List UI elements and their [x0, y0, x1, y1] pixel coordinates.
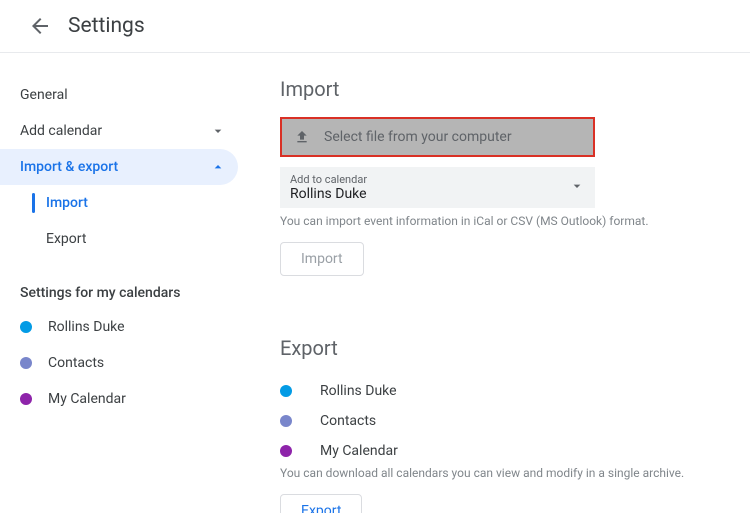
header: Settings [0, 0, 750, 53]
sidebar-item-label: General [20, 87, 68, 103]
calendar-name: My Calendar [320, 443, 398, 459]
sidebar-calendar-item[interactable]: My Calendar [0, 381, 238, 417]
chevron-down-icon [569, 178, 585, 194]
sidebar-item-import-export[interactable]: Import & export [0, 149, 238, 185]
calendar-color-dot [280, 445, 292, 457]
sidebar-sub-import[interactable]: Import [0, 185, 238, 221]
import-section-title: Import [280, 77, 726, 101]
select-file-button[interactable]: Select file from your computer [280, 117, 595, 157]
calendar-color-dot [280, 385, 292, 397]
sidebar-calendar-item[interactable]: Rollins Duke [0, 309, 238, 345]
sidebar-item-label: Export [46, 231, 86, 247]
export-calendar-item: My Calendar [280, 436, 726, 466]
add-to-calendar-select[interactable]: Add to calendar Rollins Duke [280, 167, 595, 208]
calendar-name: Contacts [320, 413, 376, 429]
export-helper-text: You can download all calendars you can v… [280, 466, 726, 480]
import-button: Import [280, 242, 364, 276]
sidebar-item-label: Add calendar [20, 123, 102, 139]
sidebar-item-add-calendar[interactable]: Add calendar [0, 113, 238, 149]
export-calendar-item: Contacts [280, 406, 726, 436]
page-title: Settings [68, 14, 145, 38]
import-helper-text: You can import event information in iCal… [280, 214, 726, 228]
sidebar-sub-export[interactable]: Export [0, 221, 238, 257]
select-file-label: Select file from your computer [324, 129, 512, 145]
sidebar: General Add calendar Import & export Imp… [0, 53, 250, 513]
back-arrow-icon[interactable] [28, 14, 52, 38]
calendar-color-dot [280, 415, 292, 427]
calendar-color-dot [20, 321, 32, 333]
sidebar-item-label: Import & export [20, 159, 118, 175]
chevron-up-icon [210, 159, 226, 175]
sidebar-item-label: Import [46, 195, 88, 211]
chevron-wrap [569, 178, 585, 198]
add-to-calendar-value: Rollins Duke [290, 186, 585, 202]
my-calendars-label: Settings for my calendars [0, 257, 238, 309]
upload-icon [294, 129, 310, 145]
export-button[interactable]: Export [280, 494, 362, 513]
chevron-down-icon [210, 123, 226, 139]
calendar-color-dot [20, 393, 32, 405]
sidebar-calendar-item[interactable]: Contacts [0, 345, 238, 381]
sidebar-item-general[interactable]: General [0, 77, 238, 113]
export-calendar-item: Rollins Duke [280, 376, 726, 406]
calendar-name: Rollins Duke [48, 319, 125, 335]
export-section: Export Rollins Duke Contacts My Calendar… [280, 336, 726, 513]
calendar-name: My Calendar [48, 391, 126, 407]
add-to-calendar-label: Add to calendar [290, 173, 585, 186]
export-section-title: Export [280, 336, 726, 360]
main: Import Select file from your computer Ad… [250, 53, 750, 513]
content: General Add calendar Import & export Imp… [0, 53, 750, 513]
calendar-color-dot [20, 357, 32, 369]
calendar-name: Contacts [48, 355, 104, 371]
calendar-name: Rollins Duke [320, 383, 397, 399]
